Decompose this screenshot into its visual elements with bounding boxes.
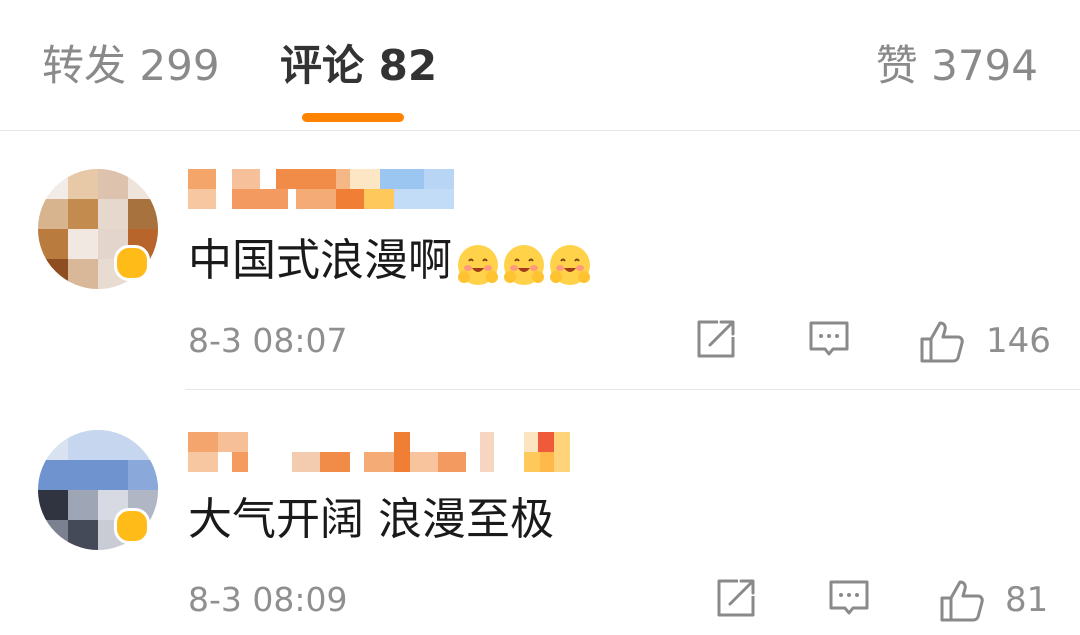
tab-likes-count: 3794 (931, 41, 1038, 90)
comment-item: 中国式浪漫啊 8-3 08:07 146 (0, 131, 1080, 390)
username-pixelated[interactable] (188, 169, 458, 209)
tab-likes-label: 赞 (875, 41, 918, 90)
tab-comments[interactable]: 评论 82 (280, 36, 437, 96)
tab-repost-count: 299 (139, 41, 220, 90)
comment-text-content: 大气开阔 浪漫至极 (188, 494, 554, 545)
emoji-row (456, 233, 594, 293)
tab-likes[interactable]: 赞 3794 (876, 36, 1038, 96)
reply-icon[interactable] (807, 317, 851, 361)
reply-icon[interactable] (827, 576, 871, 620)
comment-tab-bar: 转发 299 评论 82 赞 3794 (0, 0, 1080, 131)
tab-repost-label: 转发 (42, 41, 127, 90)
like-count: 81 (1005, 580, 1049, 620)
comment-timestamp: 8-3 08:07 (188, 321, 348, 360)
active-tab-indicator (302, 113, 404, 122)
comment-text: 大气开阔 浪漫至极 (188, 490, 554, 550)
username-pixelated[interactable] (188, 432, 578, 472)
tab-comments-label: 评论 (280, 41, 365, 90)
repost-icon[interactable] (694, 317, 738, 361)
tab-repost[interactable]: 转发 299 (42, 36, 220, 96)
vip-badge (114, 508, 150, 544)
vip-badge (114, 245, 150, 281)
comment-text-content: 中国式浪漫啊 (188, 235, 452, 286)
like-icon[interactable] (938, 576, 986, 624)
repost-icon[interactable] (714, 576, 758, 620)
hug-emoji-icon (550, 245, 590, 285)
like-icon[interactable] (918, 317, 966, 365)
like-count: 146 (986, 321, 1051, 361)
comment-text: 中国式浪漫啊 (188, 231, 594, 293)
comment-item: 大气开阔 浪漫至极 8-3 08:09 81 (0, 390, 1080, 635)
hug-emoji-icon (504, 245, 544, 285)
tab-comments-count: 82 (378, 41, 438, 90)
hug-emoji-icon (458, 245, 498, 285)
comment-timestamp: 8-3 08:09 (188, 580, 348, 619)
